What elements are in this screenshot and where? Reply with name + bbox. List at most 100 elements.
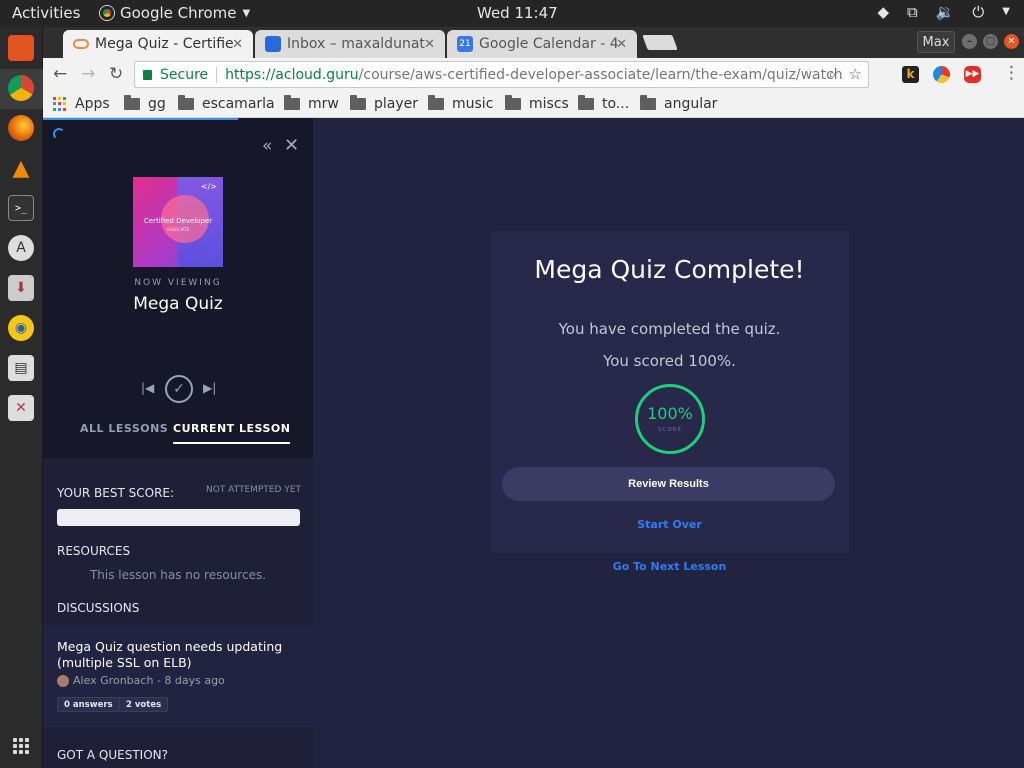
volume-icon[interactable]: 🔉 (936, 3, 955, 21)
folder-icon (505, 95, 521, 110)
tab-calendar[interactable]: 21 Google Calendar - 4 ✕ (447, 30, 637, 58)
discussions-label: DISCUSSIONS (57, 601, 140, 615)
bookmark-folder[interactable]: mrw (284, 95, 339, 112)
previous-lesson-icon[interactable]: |◀ (141, 381, 154, 395)
got-question-section[interactable]: GOT A QUESTION? (43, 726, 313, 768)
page-content: « ✕ </> Certified Developer ASSOCIATE NO… (43, 118, 1024, 768)
power-icon[interactable]: ⏻ (972, 3, 984, 21)
firefox-icon[interactable] (8, 115, 34, 141)
maximize-icon[interactable]: □ (983, 34, 998, 49)
close-icon[interactable]: ✕ (232, 37, 243, 52)
address-bar[interactable]: Secure https://acloud.guru /course/aws-c… (134, 61, 869, 88)
url-host: https://acloud.guru (225, 66, 359, 83)
bookmark-folder[interactable]: miscs (505, 95, 569, 112)
bookmark-folder[interactable]: music (428, 95, 493, 112)
next-lesson-link[interactable]: Go To Next Lesson (490, 560, 849, 573)
clock[interactable]: Wed 11:47 (477, 4, 558, 22)
bookmark-folder[interactable]: angular (640, 95, 717, 112)
menu-icon[interactable]: ⋮ (1003, 63, 1020, 83)
audio-app-icon[interactable]: ◉ (8, 315, 34, 341)
back-icon[interactable]: ← (53, 64, 67, 84)
lesson-sidebar: « ✕ </> Certified Developer ASSOCIATE NO… (43, 118, 313, 768)
vlc-icon[interactable]: ▲ (8, 155, 34, 181)
omnibox-divider (216, 66, 218, 83)
now-viewing-panel: « ✕ </> Certified Developer ASSOCIATE NO… (43, 118, 313, 458)
dropbox-icon[interactable]: ◆ (877, 3, 889, 21)
tab-inbox[interactable]: Inbox – maxaldunat ✕ (255, 30, 445, 58)
best-score-status: NOT ATTEMPTED YET (206, 485, 302, 495)
collapse-sidebar-icon[interactable]: « (262, 136, 272, 156)
quiz-complete-card: Mega Quiz Complete! You have completed t… (490, 231, 849, 553)
discussion-title[interactable]: Mega Quiz question needs updating (multi… (57, 639, 297, 671)
url-path: /course/aws-certified-developer-associat… (358, 66, 843, 83)
forward-icon[interactable]: → (81, 64, 95, 84)
got-question-label: GOT A QUESTION? (57, 748, 168, 762)
extension-k-icon[interactable]: k (902, 66, 919, 83)
lock-icon (143, 69, 152, 80)
resources-label: RESOURCES (57, 544, 131, 558)
settings-tools-icon[interactable]: ✕ (8, 395, 34, 421)
answers-badge: 0 answers (57, 697, 120, 712)
code-icon: </> (200, 182, 217, 191)
bookmark-folder[interactable]: to... (578, 95, 629, 112)
activities-button[interactable]: Activities (12, 4, 80, 22)
reload-icon[interactable]: ↻ (109, 64, 123, 84)
app-menu[interactable]: Google Chrome ▼ (100, 4, 250, 22)
discussion-item[interactable]: Mega Quiz question needs updating (multi… (43, 626, 313, 726)
new-tab-button[interactable] (642, 35, 678, 50)
bookmark-folder[interactable]: player (350, 95, 418, 112)
now-viewing-label: NOW VIEWING (134, 278, 222, 288)
chrome-window: Mega Quiz - Certifie ✕ Inbox – maxalduna… (43, 27, 1024, 768)
folder-icon (640, 95, 656, 110)
video-editor-icon[interactable]: ▤ (8, 355, 34, 381)
folder-icon (284, 95, 300, 110)
show-apps-icon[interactable] (13, 738, 29, 754)
folder-icon (124, 95, 140, 110)
terminal-icon[interactable]: >_ (8, 195, 34, 221)
complete-check-icon[interactable]: ✓ (165, 375, 193, 403)
folder-icon (350, 95, 366, 110)
chrome-icon (100, 6, 114, 20)
bookmark-folder[interactable]: gg (124, 95, 166, 112)
installer-icon[interactable]: ⬇ (8, 275, 34, 301)
quiz-complete-title: Mega Quiz Complete! (534, 255, 805, 284)
files-icon[interactable] (8, 35, 34, 61)
tab-mega-quiz[interactable]: Mega Quiz - Certifie ✕ (63, 30, 253, 58)
folder-icon (178, 95, 194, 110)
tab-current-lesson[interactable]: CURRENT LESSON (173, 422, 291, 444)
best-score-label: YOUR BEST SCORE: (57, 486, 175, 500)
profile-button[interactable]: Max (917, 31, 955, 53)
bookmark-apps[interactable]: Apps (53, 96, 110, 112)
bookmark-folder[interactable]: escamarla (178, 95, 275, 112)
updater-icon[interactable]: A (8, 235, 34, 261)
tab-all-lessons[interactable]: ALL LESSONS (80, 422, 168, 435)
loading-spinner-icon (53, 128, 65, 140)
review-results-button[interactable]: Review Results (502, 467, 835, 501)
score-label: SCORE (658, 427, 682, 433)
calendar-icon: 21 (457, 36, 473, 52)
course-thumbnail: </> Certified Developer ASSOCIATE (133, 177, 223, 267)
window-close-icon[interactable]: ✕ (1004, 34, 1019, 49)
system-tray[interactable]: ◆ ⧉ 🔉 ⏻ ▼ (877, 3, 1010, 21)
close-sidebar-icon[interactable]: ✕ (284, 135, 299, 156)
lesson-player-controls: |◀ ✓ ▶| (139, 375, 219, 405)
star-icon[interactable]: ☆ (849, 65, 862, 83)
network-icon[interactable]: ⧉ (907, 3, 918, 21)
extension-youtube-icon[interactable]: ▶▶ (964, 66, 981, 83)
extension-color-icon[interactable] (933, 66, 950, 83)
next-lesson-icon[interactable]: ▶| (203, 381, 216, 395)
close-icon[interactable]: ✕ (616, 37, 627, 52)
close-icon[interactable]: ✕ (424, 37, 435, 52)
tab-strip: Mega Quiz - Certifie ✕ Inbox – maxalduna… (43, 27, 1024, 58)
zoom-icon[interactable]: ⌕ (828, 65, 836, 83)
cloud-icon (73, 39, 89, 49)
score-value: 100% (647, 404, 693, 423)
minimize-icon[interactable]: – (962, 34, 977, 49)
best-score-bar (57, 509, 300, 526)
score-ring: 100% SCORE (635, 384, 705, 454)
chrome-dock-icon[interactable] (8, 75, 34, 101)
bookmarks-bar: Apps gg escamarla mrw player music miscs… (43, 91, 1024, 118)
start-over-link[interactable]: Start Over (490, 518, 849, 531)
folder-icon (428, 95, 444, 110)
chevron-down-icon[interactable]: ▼ (1002, 3, 1010, 21)
